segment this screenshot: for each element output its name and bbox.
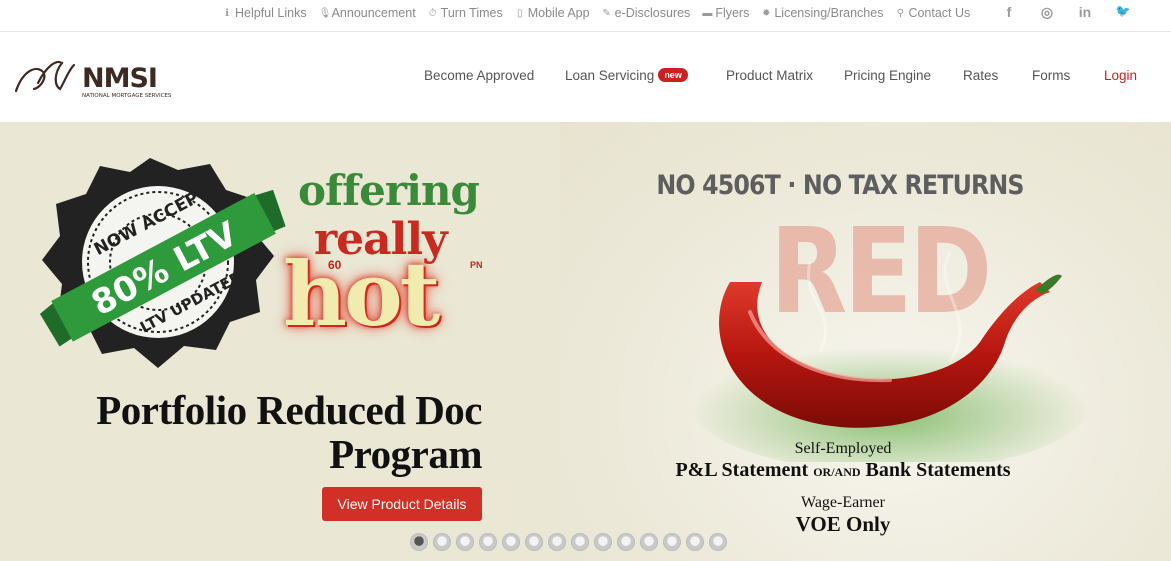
nav-rates[interactable]: Rates: [963, 68, 998, 83]
helpful-links-link[interactable]: ℹ Helpful Links: [222, 6, 306, 20]
carousel-dot[interactable]: [410, 533, 428, 551]
instagram-icon[interactable]: ◎: [1028, 4, 1066, 21]
utility-bar: ℹ Helpful Links 🎙 Announcement ⏱ Turn Times…: [0, 0, 1171, 32]
info-icon: ℹ: [225, 7, 229, 19]
carousel-pagination: [410, 533, 727, 551]
view-product-details-button[interactable]: View Product Details: [322, 487, 482, 521]
carousel-dot[interactable]: [594, 533, 612, 551]
carousel-dot[interactable]: [663, 533, 681, 551]
carousel-dot[interactable]: [525, 533, 543, 551]
announcement-link[interactable]: 🎙 Announcement: [319, 6, 416, 20]
chili-pepper-image: [690, 251, 1090, 462]
nav-loan-servicing-label: Loan Servicing: [565, 68, 655, 83]
licensing-branches-link[interactable]: ✹ Licensing/Branches: [761, 6, 883, 20]
headline-line-1: Portfolio Reduced Doc: [96, 387, 482, 433]
stopwatch-icon: ⏱: [428, 7, 437, 19]
hero-slider: NOW ACCEPT LTV UPDATED 80% LTV offering …: [0, 122, 1171, 561]
new-badge: new: [658, 68, 688, 82]
hot-text: hot: [283, 242, 440, 346]
facebook-icon[interactable]: f: [990, 4, 1028, 21]
mobile-icon: ▯: [516, 7, 523, 19]
pl-right: Bank Statements: [860, 459, 1011, 481]
nav-forms[interactable]: Forms: [1032, 68, 1070, 83]
hot-tm-text: PN: [470, 260, 483, 270]
no-tax-returns-heading: NO 4506T · NO TAX RETURNS: [656, 170, 1024, 201]
nmsi-logo[interactable]: NMSI NATIONAL MORTGAGE SERVICES: [12, 53, 197, 103]
carousel-dot[interactable]: [456, 533, 474, 551]
self-employed-label: Self-Employed: [794, 440, 892, 457]
briefcase-icon: ▬: [702, 7, 713, 19]
twitter-icon[interactable]: 🐦: [1104, 4, 1142, 21]
pl-left: P&L Statement: [675, 459, 814, 481]
e-disclosures-link[interactable]: ✎ e-Disclosures: [602, 6, 690, 20]
logo-mark: NMSI NATIONAL MORTGAGE SERVICES: [14, 60, 172, 99]
map-marker-icon: ⚲: [896, 7, 905, 19]
logo-letters: NMSI: [82, 63, 157, 94]
carousel-dot[interactable]: [571, 533, 589, 551]
hero-headline: Portfolio Reduced Doc Program: [40, 388, 482, 476]
contact-us-link[interactable]: ⚲ Contact Us: [895, 6, 971, 20]
wage-earner-label: Wage-Earner: [801, 494, 885, 511]
linkedin-icon[interactable]: in: [1066, 4, 1104, 21]
edit-icon: ✎: [602, 7, 611, 19]
nav-login[interactable]: Login: [1104, 68, 1137, 83]
gear-icon: ✹: [762, 7, 771, 19]
carousel-dot[interactable]: [502, 533, 520, 551]
offering-text: offering: [298, 166, 480, 215]
mobile-app-link[interactable]: ▯ Mobile App: [515, 6, 590, 20]
carousel-dot[interactable]: [709, 533, 727, 551]
carousel-dot[interactable]: [640, 533, 658, 551]
logo-tagline: NATIONAL MORTGAGE SERVICES: [82, 93, 172, 99]
carousel-dot[interactable]: [479, 533, 497, 551]
pl-or-and: OR/AND: [813, 465, 861, 479]
carousel-dot[interactable]: [433, 533, 451, 551]
hot-small-text: 60: [328, 258, 342, 272]
documentation-info: Self-Employed P&L Statement OR/AND Bank …: [560, 440, 1126, 536]
utility-links: ℹ Helpful Links 🎙 Announcement ⏱ Turn Times…: [222, 6, 982, 20]
headline-line-2: Program: [329, 431, 482, 477]
nav-become-approved[interactable]: Become Approved: [424, 68, 534, 83]
main-header: NMSI NATIONAL MORTGAGE SERVICES Become A…: [0, 33, 1171, 122]
microphone-icon: 🎙: [318, 7, 332, 19]
carousel-dot[interactable]: [617, 533, 635, 551]
nav-loan-servicing[interactable]: Loan Servicing new: [565, 68, 688, 83]
flyers-link[interactable]: ▬ Flyers: [702, 6, 749, 20]
turn-times-link[interactable]: ⏱ Turn Times: [428, 6, 503, 20]
carousel-dot[interactable]: [548, 533, 566, 551]
ltv-stamp: NOW ACCEPT LTV UPDATED 80% LTV: [39, 158, 286, 368]
nav-pricing-engine[interactable]: Pricing Engine: [844, 68, 931, 83]
nav-product-matrix[interactable]: Product Matrix: [726, 68, 813, 83]
social-links: f ◎ in 🐦: [990, 4, 1142, 21]
carousel-dot[interactable]: [686, 533, 704, 551]
pl-statement-line: P&L Statement OR/AND Bank Statements: [560, 458, 1126, 484]
